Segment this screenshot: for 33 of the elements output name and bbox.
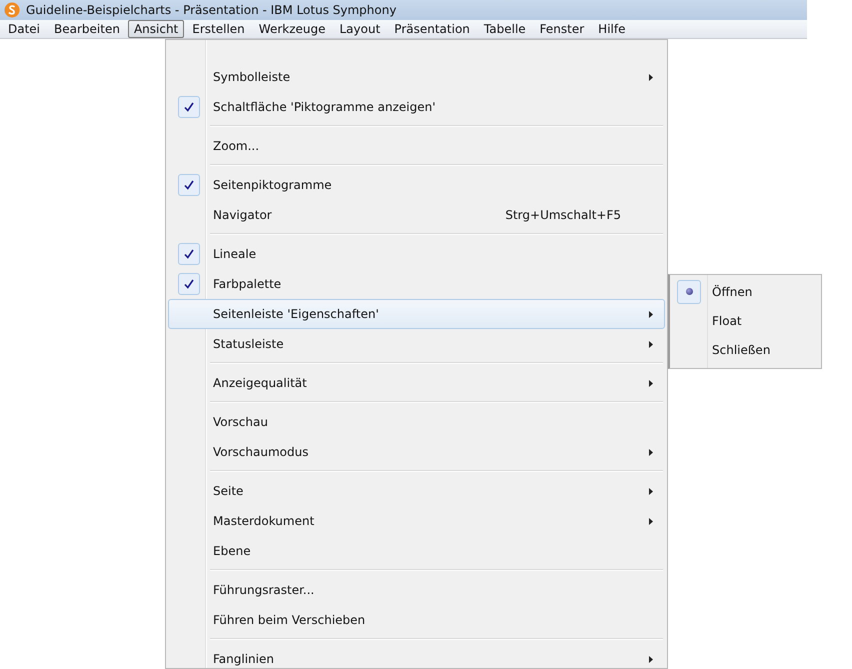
menu-item[interactable]: Vorschaumodus: [168, 437, 665, 467]
menu-item[interactable]: Lineale: [168, 239, 665, 269]
menu-bar-item[interactable]: Fenster: [534, 20, 590, 38]
menu-bar-item[interactable]: Tabelle: [478, 20, 532, 38]
menu-bar-item[interactable]: Werkzeuge: [252, 20, 332, 38]
menu-bar-item[interactable]: Ansicht: [128, 20, 184, 38]
menu-bar-item[interactable]: Erstellen: [186, 20, 251, 38]
submenu-item[interactable]: Öffnen: [670, 277, 821, 306]
submenu-item[interactable]: Schließen: [670, 335, 821, 364]
menu-item[interactable]: Statusleiste: [168, 329, 665, 359]
menu-item[interactable]: Seite: [168, 476, 665, 506]
menu-item[interactable]: Ebene: [168, 536, 665, 566]
submenu-item[interactable]: Float: [670, 306, 821, 335]
menu-bar-item[interactable]: Bearbeiten: [48, 20, 126, 38]
menu-item[interactable]: Schaltfläche 'Piktogramme anzeigen': [168, 92, 665, 122]
menu-item[interactable]: Symbolleiste: [168, 62, 665, 92]
menu-bar-item[interactable]: Hilfe: [592, 20, 632, 38]
menu-bar-item[interactable]: Layout: [334, 20, 386, 38]
window-title: Guideline-Beispielcharts - Präsentation - IBM Lotus Symphony: [26, 3, 396, 17]
menu-item[interactable]: Zoom...: [168, 131, 665, 161]
app-logo-icon: [4, 2, 20, 18]
menu-item[interactable]: Vorschau: [168, 407, 665, 437]
menu-item[interactable]: Farbpalette: [168, 269, 665, 299]
menu-item[interactable]: Führungsraster...: [168, 575, 665, 605]
menu-item[interactable]: Masterdokument: [168, 506, 665, 536]
menu-item[interactable]: Anzeigequalität: [168, 368, 665, 398]
menu-item[interactable]: Seitenpiktogramme: [168, 170, 665, 200]
menu-bar-item[interactable]: Präsentation: [388, 20, 476, 38]
menu-item[interactable]: Führen beim Verschieben: [168, 605, 665, 635]
menu-item[interactable]: Fanglinien: [168, 644, 665, 669]
menu-item[interactable]: Navigator Strg+Umschalt+F5: [168, 200, 665, 230]
menu-bar-item[interactable]: Datei: [2, 20, 46, 38]
menu-item[interactable]: Seitenleiste 'Eigenschaften': [168, 299, 665, 329]
